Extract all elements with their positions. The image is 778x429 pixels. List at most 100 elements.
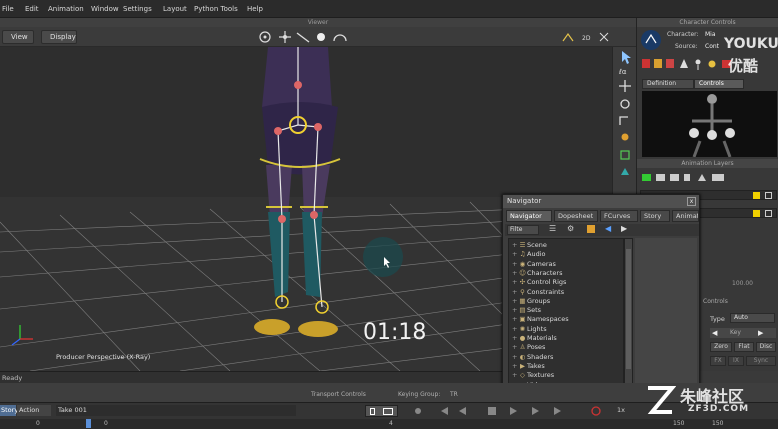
- menu-file[interactable]: File: [2, 5, 14, 13]
- rotate-tool-icon[interactable]: [620, 99, 630, 109]
- previous-key-icon[interactable]: ◀: [712, 329, 717, 337]
- full-body-icon[interactable]: [642, 59, 650, 68]
- layer-options-icon[interactable]: [712, 174, 724, 181]
- tree-item[interactable]: + ⚲ Constraints: [512, 288, 564, 297]
- loop-icon[interactable]: [591, 406, 601, 416]
- filter-dropdown[interactable]: Filte: [507, 225, 539, 235]
- spine-effector[interactable]: [294, 81, 302, 89]
- go-to-start-icon[interactable]: [440, 407, 448, 415]
- tree-item[interactable]: + ◐ Shaders: [512, 353, 553, 362]
- scale-tool-icon[interactable]: [619, 116, 628, 125]
- previous-frame-icon[interactable]: [459, 407, 466, 415]
- add-layer-icon[interactable]: [642, 174, 651, 181]
- tree-item[interactable]: + ♫ Audio: [512, 250, 545, 259]
- weight-layer-icon[interactable]: [698, 174, 706, 181]
- left-knee-effector[interactable]: [278, 215, 286, 223]
- menu-help[interactable]: Help: [247, 5, 263, 13]
- arc-tool-icon[interactable]: [333, 34, 347, 42]
- tree-item[interactable]: + ● Materials: [512, 334, 557, 343]
- tree-item[interactable]: + ♙ Poses: [512, 343, 545, 352]
- tree-item[interactable]: + ▣Namespaces: [512, 315, 569, 324]
- single-view-icon[interactable]: [370, 408, 375, 415]
- settings-icon[interactable]: ⚙: [567, 224, 574, 233]
- flat-button[interactable]: Flat: [734, 342, 754, 352]
- pin-tool-icon[interactable]: [621, 133, 629, 141]
- left-hip-effector[interactable]: [274, 127, 282, 135]
- tree-item[interactable]: + ✣ Control Rigs: [512, 278, 566, 287]
- forward-arrow-icon[interactable]: ▶: [621, 224, 627, 233]
- right-knee-effector[interactable]: [310, 211, 318, 219]
- tree-item[interactable]: + ▤Sets: [512, 306, 541, 315]
- menu-layout[interactable]: Layout: [163, 5, 187, 13]
- path-icon[interactable]: [562, 32, 574, 42]
- navigator-titlebar[interactable]: Navigator x: [503, 195, 699, 208]
- fk-ik-icon[interactable]: [621, 168, 629, 175]
- menu-window[interactable]: Window: [91, 5, 119, 13]
- orbit-tool-icon[interactable]: [259, 31, 271, 43]
- view-menu-button[interactable]: View: [2, 30, 34, 44]
- merge-layer-icon[interactable]: [670, 174, 679, 181]
- key-tool-icon[interactable]: [620, 150, 630, 160]
- skeleton-icon[interactable]: [695, 59, 701, 71]
- next-key-icon[interactable]: ▶: [758, 329, 763, 337]
- tab-dopesheet[interactable]: Dopesheet: [554, 210, 598, 222]
- tree-item[interactable]: + ◇ Textures: [512, 371, 554, 380]
- speed-value[interactable]: 1x: [617, 406, 625, 414]
- scrollbar-thumb[interactable]: [626, 249, 631, 369]
- tab-story[interactable]: Story: [640, 210, 670, 222]
- character-dropdown[interactable]: Mia: [705, 31, 716, 38]
- tree-item[interactable]: + ✺ Lights: [512, 325, 547, 334]
- tree-scrollbar[interactable]: [624, 238, 633, 398]
- fx-button[interactable]: FX: [710, 356, 726, 366]
- menu-edit[interactable]: Edit: [25, 5, 39, 13]
- tab-fcurves[interactable]: FCurves: [600, 210, 638, 222]
- right-hip-effector[interactable]: [314, 123, 322, 131]
- record-icon[interactable]: [415, 408, 421, 414]
- scene-tree[interactable]: + ☰ Scene + ♫ Audio + ◉ Cameras + ☺Characters + ✣ Con…: [508, 238, 624, 398]
- move-tool-icon[interactable]: [619, 80, 631, 92]
- tab-navigator[interactable]: Navigator: [506, 210, 552, 222]
- pin-icon[interactable]: [680, 59, 688, 68]
- select-tool-icon[interactable]: [622, 51, 631, 64]
- layer-key-icon[interactable]: [753, 210, 760, 217]
- layer-stack-icon[interactable]: [656, 174, 665, 181]
- dual-view-icon[interactable]: [383, 408, 393, 415]
- tab-controls[interactable]: Controls: [694, 79, 744, 89]
- line-tool-icon[interactable]: [296, 32, 310, 43]
- close-icon[interactable]: x: [687, 197, 696, 206]
- play-icon[interactable]: [510, 407, 517, 415]
- menu-python-tools[interactable]: Python Tools: [194, 5, 238, 13]
- action-button[interactable]: Action: [17, 405, 51, 416]
- delete-layer-icon[interactable]: [684, 174, 690, 181]
- key-button[interactable]: Key: [730, 329, 741, 336]
- playhead[interactable]: [86, 419, 91, 428]
- story-button[interactable]: Story: [0, 405, 18, 416]
- source-dropdown[interactable]: Cont: [705, 43, 719, 50]
- tree-item[interactable]: + ▶ Takes: [512, 362, 545, 371]
- go-to-end-icon[interactable]: [554, 407, 562, 415]
- ix-button[interactable]: IX: [728, 356, 744, 366]
- take-dropdown[interactable]: Take 001: [56, 405, 296, 416]
- 2d-view-icon[interactable]: 2D: [582, 35, 591, 42]
- layer-mute-icon[interactable]: [765, 192, 772, 199]
- layer-key-icon[interactable]: [753, 192, 760, 199]
- display-menu-button[interactable]: Display: [41, 30, 77, 44]
- stop-icon[interactable]: [488, 407, 496, 415]
- tree-item[interactable]: + ☰ Scene: [512, 241, 547, 250]
- tab-definition[interactable]: Definition: [642, 79, 694, 89]
- lasso-tool-icon[interactable]: ℓα: [618, 68, 627, 76]
- frame-end-field[interactable]: 150: [712, 420, 723, 427]
- layer-lock-icon[interactable]: [765, 210, 772, 217]
- navigator-window[interactable]: Navigator x Navigator Dopesheet FCurves …: [502, 194, 700, 404]
- list-view-icon[interactable]: ☰: [549, 224, 556, 233]
- menu-animation[interactable]: Animation: [48, 5, 84, 13]
- tab-animation[interactable]: Animat: [672, 210, 699, 222]
- tree-item[interactable]: + ◉ Cameras: [512, 260, 556, 269]
- lock-icon[interactable]: [587, 225, 595, 233]
- sync-button[interactable]: Sync: [746, 356, 776, 366]
- translate-tool-icon[interactable]: [279, 31, 291, 43]
- back-arrow-icon[interactable]: ◀: [605, 224, 611, 233]
- tree-item[interactable]: + ▦Groups: [512, 297, 550, 306]
- type-dropdown[interactable]: Auto: [730, 313, 775, 323]
- character-control-figure[interactable]: [642, 91, 777, 158]
